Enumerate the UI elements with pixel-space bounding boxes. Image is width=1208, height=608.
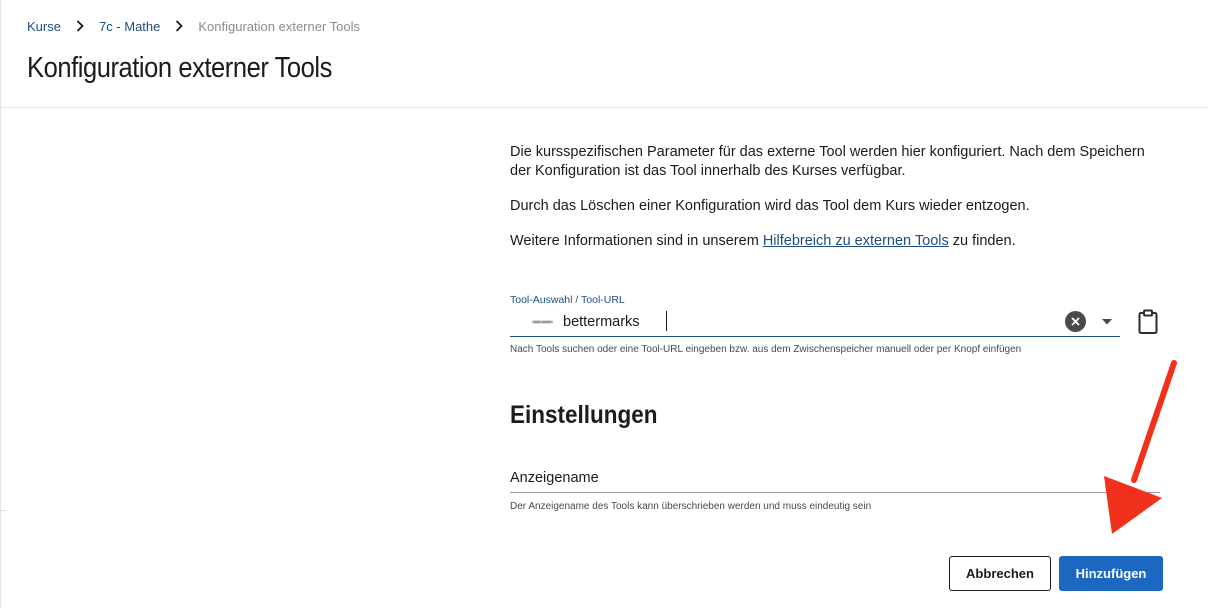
clipboard-paste-icon[interactable]	[1136, 309, 1160, 335]
breadcrumb-link-course[interactable]: 7c - Mathe	[99, 19, 160, 34]
page-title: Konfiguration externer Tools	[27, 52, 332, 84]
settings-heading: Einstellungen	[510, 401, 658, 429]
header-divider	[0, 107, 1208, 108]
divider	[0, 510, 6, 511]
tool-select-hint: Nach Tools suchen oder eine Tool-URL ein…	[510, 344, 1022, 355]
breadcrumb-current: Konfiguration externer Tools	[198, 18, 361, 34]
cancel-button[interactable]: Abbrechen	[949, 556, 1051, 591]
tool-select-label: Tool-Auswahl / Tool-URL	[510, 294, 625, 306]
description-section: Die kursspezifischen Parameter für das e…	[510, 143, 1160, 267]
display-name-field[interactable]: Anzeigename	[510, 466, 1160, 493]
display-name-hint: Der Anzeigename des Tools kann überschri…	[510, 501, 872, 512]
text-cursor	[666, 311, 667, 331]
caret-down-icon[interactable]	[1098, 313, 1116, 331]
description-paragraph: Durch das Löschen einer Konfiguration wi…	[510, 198, 1030, 214]
tool-select-value: bettermarks	[563, 314, 640, 330]
tool-select-field[interactable]: bettermarks	[510, 307, 1120, 337]
clear-circle-icon[interactable]	[1065, 311, 1086, 332]
description-paragraph: Die kursspezifischen Parameter für das e…	[510, 144, 1145, 179]
annotation-arrow-icon	[1104, 360, 1177, 534]
description-text: Weitere Informationen sind in unserem	[510, 233, 763, 249]
description-text: zu finden.	[948, 233, 1016, 249]
chevron-right-icon	[168, 18, 190, 34]
display-name-label: Anzeigename	[510, 470, 599, 486]
description-paragraph: Weitere Informationen sind in unserem Hi…	[510, 232, 1160, 251]
help-area-link[interactable]: Hilfebreich zu externen Tools	[763, 233, 949, 249]
tool-logo-icon	[532, 320, 553, 324]
breadcrumb-link-kurse[interactable]: Kurse	[27, 19, 61, 34]
chevron-right-icon	[69, 18, 91, 34]
breadcrumb: Kurse 7c - Mathe Konfiguration externer …	[27, 18, 360, 34]
add-button[interactable]: Hinzufügen	[1059, 556, 1163, 591]
